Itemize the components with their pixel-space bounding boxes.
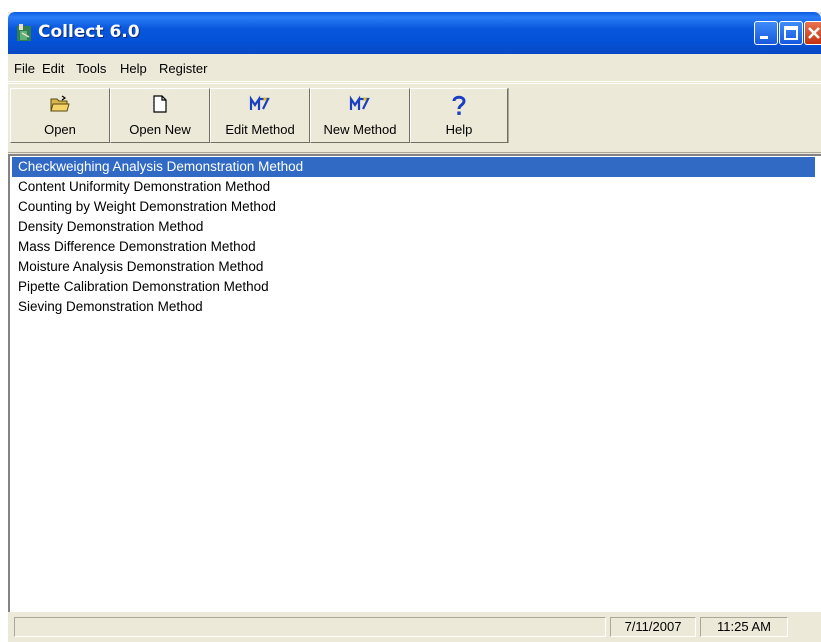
open-button[interactable]: Open	[10, 88, 110, 143]
method-list-item[interactable]: Content Uniformity Demonstration Method	[12, 177, 270, 197]
help-label: Help	[445, 122, 473, 137]
method-list-item[interactable]: Mass Difference Demonstration Method	[12, 237, 256, 257]
status-time: 11:25 AM	[700, 617, 788, 637]
maximize-button[interactable]	[779, 21, 803, 45]
edit-method-label: Edit Method	[225, 122, 295, 137]
menu-help[interactable]: Help	[120, 61, 147, 76]
method-icon	[249, 95, 270, 110]
toolbar: Open Open New Edit Method New Method Hel…	[8, 83, 821, 153]
close-icon	[808, 27, 820, 39]
maximize-icon	[784, 26, 798, 40]
menu-file[interactable]: File	[14, 61, 35, 76]
new-method-button[interactable]: New Method	[310, 88, 410, 143]
method-list-item[interactable]: Sieving Demonstration Method	[12, 297, 203, 317]
close-button[interactable]	[804, 21, 821, 45]
method-list[interactable]: Checkweighing Analysis Demonstration Met…	[8, 154, 821, 612]
toolbar-separator	[508, 88, 509, 143]
menu-edit[interactable]: Edit	[42, 61, 64, 76]
method-list-item[interactable]: Moisture Analysis Demonstration Method	[12, 257, 263, 277]
new-document-icon	[153, 95, 167, 113]
window-title: Collect 6.0	[38, 22, 140, 42]
app-icon	[17, 24, 31, 41]
open-folder-icon	[50, 95, 70, 112]
edit-method-button[interactable]: Edit Method	[210, 88, 310, 143]
status-date: 7/11/2007	[610, 617, 696, 637]
menu-bar: File Edit Tools Help Register	[8, 55, 821, 82]
method-list-item[interactable]: Pipette Calibration Demonstration Method	[12, 277, 269, 297]
minimize-button[interactable]	[754, 21, 778, 45]
app-window: Collect 6.0 File Edit Tools Help Registe…	[8, 12, 821, 642]
method-list-item[interactable]: Counting by Weight Demonstration Method	[12, 197, 276, 217]
method-list-item[interactable]: Checkweighing Analysis Demonstration Met…	[12, 157, 815, 177]
title-bar[interactable]: Collect 6.0	[8, 12, 821, 54]
status-message-pane	[14, 617, 606, 637]
open-label: Open	[44, 122, 76, 137]
method-icon	[349, 95, 370, 110]
menu-register[interactable]: Register	[159, 61, 207, 76]
question-mark-icon	[452, 95, 466, 115]
help-button[interactable]: Help	[410, 88, 508, 143]
method-list-item[interactable]: Density Demonstration Method	[12, 217, 203, 237]
open-new-button[interactable]: Open New	[110, 88, 210, 143]
open-new-label: Open New	[129, 122, 191, 137]
status-bar: 7/11/2007 11:25 AM	[8, 612, 821, 642]
new-method-label: New Method	[323, 122, 397, 137]
minimize-icon	[760, 36, 768, 39]
menu-tools[interactable]: Tools	[76, 61, 106, 76]
